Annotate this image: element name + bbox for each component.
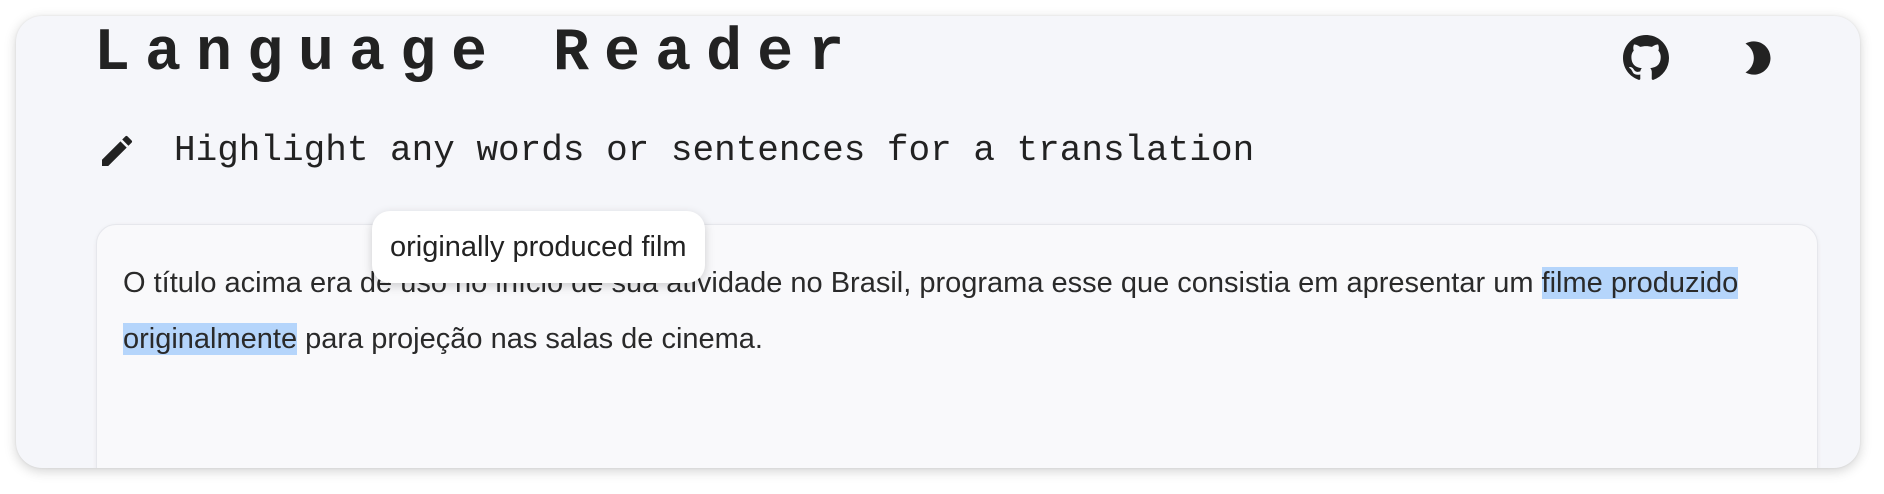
github-icon	[1623, 35, 1669, 80]
instruction-row: Highlight any words or sentences for a t…	[96, 130, 1254, 172]
text-segment-after[interactable]: para projeção nas salas de cinema.	[297, 323, 763, 355]
pencil-icon	[96, 130, 138, 172]
translation-tooltip: originally produced film	[372, 211, 705, 283]
reader-card: O título acima era de uso no início de s…	[96, 224, 1818, 468]
github-link[interactable]	[1622, 34, 1670, 82]
theme-toggle-button[interactable]	[1734, 34, 1782, 82]
text-segment-before[interactable]: O título acima era de uso no início de s…	[123, 267, 1542, 299]
app-title: Language Reader	[94, 20, 860, 88]
app-window: Language Reader Highlight any words or s…	[16, 16, 1860, 468]
moon-icon	[1745, 41, 1771, 75]
instruction-text: Highlight any words or sentences for a t…	[174, 130, 1255, 171]
